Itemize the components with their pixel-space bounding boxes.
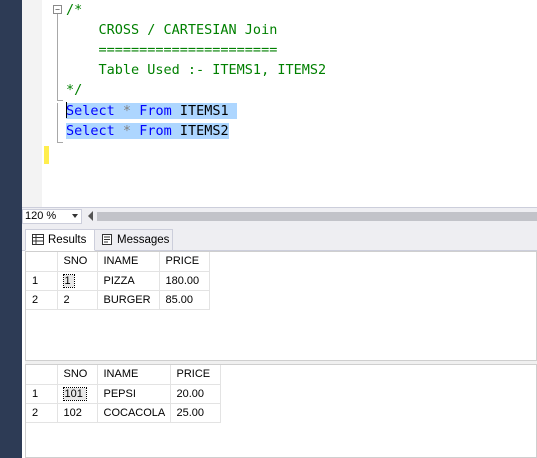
zoom-dropdown[interactable]: 120 % xyxy=(22,209,82,224)
row-number[interactable]: 1 xyxy=(26,271,58,291)
table-cell[interactable]: PIZZA xyxy=(97,271,160,291)
column-header[interactable]: SNO xyxy=(57,252,98,272)
table-cell[interactable]: 25.00 xyxy=(170,403,221,423)
table-row[interactable]: 2 2 BURGER 85.00 xyxy=(26,290,210,310)
keyword: From xyxy=(139,103,172,119)
query-editor[interactable]: − /* CROSS / CARTESIAN Join ============… xyxy=(22,0,537,207)
table-cell[interactable]: PEPSI xyxy=(97,384,171,404)
column-header[interactable]: PRICE xyxy=(170,365,221,385)
editor-status-bar: 120 % xyxy=(22,207,537,224)
row-number-header[interactable] xyxy=(26,252,58,272)
table-cell[interactable]: 102 xyxy=(57,403,98,423)
operator: * xyxy=(122,123,132,139)
table-cell[interactable]: COCACOLA xyxy=(97,403,171,423)
table-row[interactable]: 2 102 COCACOLA 25.00 xyxy=(26,403,221,423)
table-cell[interactable]: 20.00 xyxy=(170,384,221,404)
table-name: ITEMS1 xyxy=(179,103,229,119)
results-pane: Results Messages SNO INAME PRICE 1 1 PIZ… xyxy=(22,224,537,458)
horizontal-scrollbar-thumb[interactable] xyxy=(97,212,537,221)
keyword: Select xyxy=(66,123,115,139)
table-cell[interactable]: 85.00 xyxy=(159,290,210,310)
code-line-3: ====================== xyxy=(66,42,278,58)
row-number[interactable]: 2 xyxy=(26,290,58,310)
tab-messages-label: Messages xyxy=(117,234,170,246)
chevron-down-icon[interactable] xyxy=(72,214,78,218)
operator: * xyxy=(122,103,132,119)
column-header[interactable]: SNO xyxy=(57,365,98,385)
results-tabbar: Results Messages xyxy=(22,224,537,251)
row-number[interactable]: 1 xyxy=(26,384,58,404)
table-cell[interactable]: 1 xyxy=(57,271,98,291)
column-header[interactable]: INAME xyxy=(97,365,171,385)
results-table-2: SNO INAME PRICE 1 101 PEPSI 20.00 2 102 … xyxy=(26,365,221,423)
row-number-header[interactable] xyxy=(26,365,58,385)
column-header[interactable]: PRICE xyxy=(159,252,210,272)
row-number[interactable]: 2 xyxy=(26,403,58,423)
keyword: Select xyxy=(66,103,115,119)
scroll-left-icon[interactable] xyxy=(88,211,93,221)
left-dock-strip xyxy=(0,0,22,458)
tab-results[interactable]: Results xyxy=(25,229,95,251)
column-header[interactable]: INAME xyxy=(97,252,160,272)
table-name: ITEMS2 xyxy=(179,123,229,139)
editor-gutter xyxy=(22,0,42,207)
messages-icon xyxy=(102,234,112,245)
table-row[interactable]: 1 1 PIZZA 180.00 xyxy=(26,271,210,291)
table-cell[interactable]: BURGER xyxy=(97,290,160,310)
table-header-row: SNO INAME PRICE xyxy=(26,252,210,272)
zoom-value: 120 % xyxy=(25,210,57,222)
table-row[interactable]: 1 101 PEPSI 20.00 xyxy=(26,384,221,404)
fold-guide-end xyxy=(57,142,63,143)
fold-guide xyxy=(57,103,58,142)
results-grid-2[interactable]: SNO INAME PRICE 1 101 PEPSI 20.00 2 102 … xyxy=(25,364,537,458)
code-line-query1: Select * From ITEMS1 xyxy=(66,101,237,121)
cell-value: 101 xyxy=(62,386,87,401)
fold-guide-end xyxy=(57,100,63,101)
code-line-query2: Select * From ITEMS2 xyxy=(66,121,229,141)
cell-value: 1 xyxy=(62,273,75,288)
collapse-icon[interactable]: − xyxy=(53,5,62,14)
tab-messages[interactable]: Messages xyxy=(95,229,173,251)
results-table-1: SNO INAME PRICE 1 1 PIZZA 180.00 2 2 BUR… xyxy=(26,252,210,310)
code-line-4: Table Used :- ITEMS1, ITEMS2 xyxy=(66,62,327,78)
fold-guide xyxy=(57,14,58,100)
tab-results-label: Results xyxy=(48,234,87,246)
table-cell[interactable]: 101 xyxy=(57,384,98,404)
code-line-1: /* xyxy=(66,2,83,18)
code-line-2: CROSS / CARTESIAN Join xyxy=(66,22,278,38)
table-cell[interactable]: 2 xyxy=(57,290,98,310)
change-marker xyxy=(44,146,49,164)
results-grid-1[interactable]: SNO INAME PRICE 1 1 PIZZA 180.00 2 2 BUR… xyxy=(25,251,537,361)
keyword: From xyxy=(139,123,172,139)
table-cell[interactable]: 180.00 xyxy=(159,271,210,291)
table-header-row: SNO INAME PRICE xyxy=(26,365,221,385)
code-line-5: */ xyxy=(66,82,83,98)
grid-icon xyxy=(32,234,44,245)
